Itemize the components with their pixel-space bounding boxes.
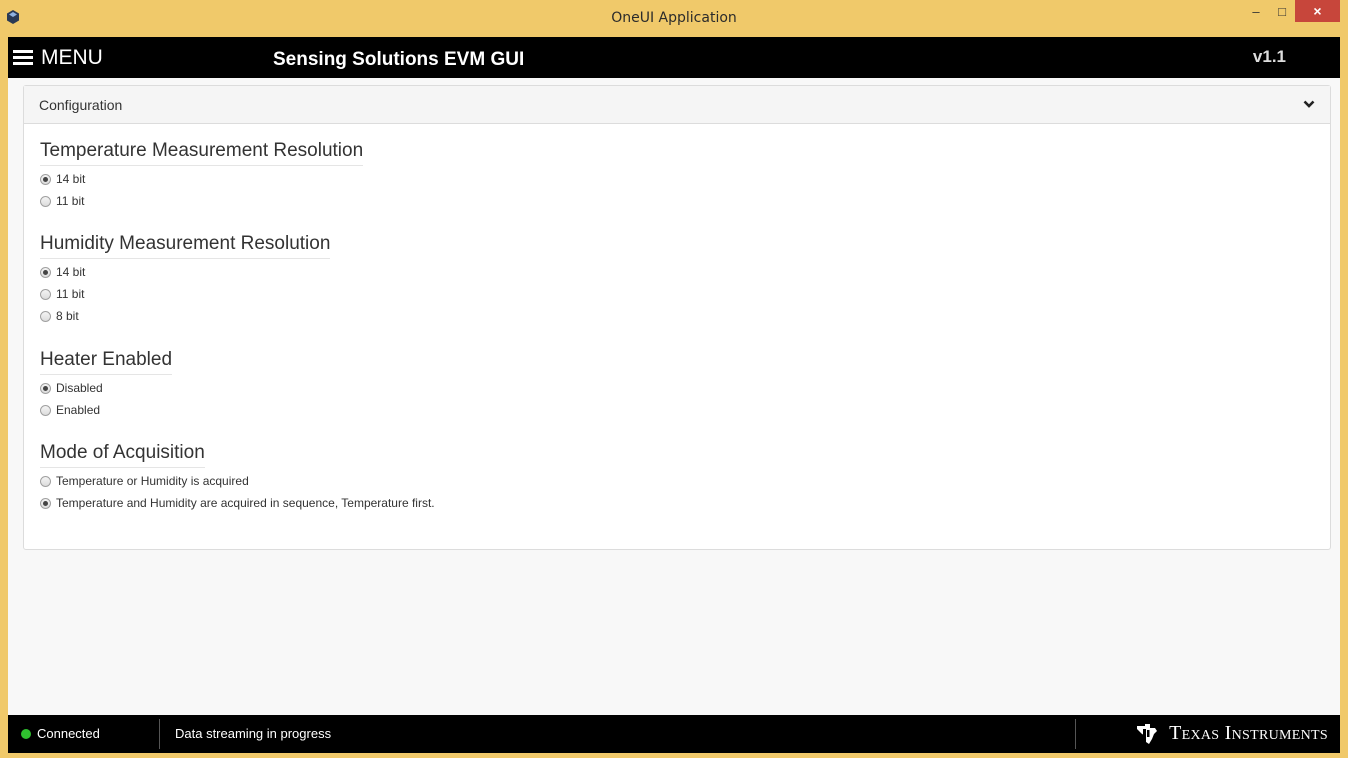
- status-divider: [1075, 719, 1076, 749]
- close-button[interactable]: ×: [1295, 0, 1340, 22]
- window-controls: – □ ×: [1243, 0, 1340, 22]
- app-header: MENU Sensing Solutions EVM GUI v1.1: [8, 37, 1340, 78]
- mode-sequence-option[interactable]: Temperature and Humidity are acquired in…: [40, 492, 435, 514]
- option-label: Disabled: [56, 381, 103, 395]
- group-title: Temperature Measurement Resolution: [40, 140, 364, 166]
- temperature-resolution-group: Temperature Measurement Resolution 14 bi…: [40, 140, 364, 212]
- mode-single-option[interactable]: Temperature or Humidity is acquired: [40, 470, 435, 492]
- connection-status: Connected: [21, 726, 100, 741]
- option-label: Enabled: [56, 403, 101, 417]
- humidity-8bit-option[interactable]: 8 bit: [40, 305, 330, 327]
- heater-disabled-option[interactable]: Disabled: [40, 377, 172, 399]
- radio-button[interactable]: [40, 497, 51, 509]
- status-message: Data streaming in progress: [175, 726, 332, 741]
- app-title: Sensing Solutions EVM GUI: [273, 49, 525, 70]
- humidity-resolution-group: Humidity Measurement Resolution 14 bit 1…: [40, 233, 331, 327]
- main-content: Configuration Temperature Measurement Re…: [8, 78, 1340, 715]
- heater-enabled-group: Heater Enabled Disabled Enabled: [40, 349, 173, 421]
- radio-button[interactable]: [40, 173, 51, 185]
- option-label: 14 bit: [56, 172, 86, 186]
- minimize-button[interactable]: –: [1243, 0, 1269, 22]
- status-divider: [159, 719, 160, 749]
- radio-button[interactable]: [40, 266, 51, 278]
- configuration-panel: Configuration Temperature Measurement Re…: [23, 85, 1331, 550]
- chevron-down-icon[interactable]: [1303, 97, 1315, 111]
- radio-button[interactable]: [40, 475, 51, 487]
- acquisition-mode-group: Mode of Acquisition Temperature or Humid…: [40, 442, 435, 514]
- texas-instruments-logo: Texas Instruments: [1135, 722, 1328, 745]
- group-title: Humidity Measurement Resolution: [40, 233, 331, 259]
- status-bar: Connected Data streaming in progress Tex…: [8, 715, 1340, 753]
- window-title: OneUI Application: [611, 10, 737, 26]
- humidity-11bit-option[interactable]: 11 bit: [40, 283, 330, 305]
- humidity-14bit-option[interactable]: 14 bit: [40, 261, 330, 283]
- connection-label: Connected: [37, 726, 100, 741]
- ti-logo-icon: [1137, 723, 1158, 744]
- panel-title: Configuration: [39, 97, 123, 113]
- radio-button[interactable]: [40, 288, 51, 300]
- window-frame-bottom: [0, 753, 1348, 758]
- menu-button[interactable]: MENU: [13, 45, 103, 71]
- option-label: Temperature and Humidity are acquired in…: [56, 496, 435, 510]
- logo-text: Texas Instruments: [1169, 722, 1328, 744]
- option-label: 8 bit: [56, 309, 79, 323]
- temp-14bit-option[interactable]: 14 bit: [40, 168, 363, 190]
- option-label: 14 bit: [56, 265, 86, 279]
- radio-button[interactable]: [40, 382, 51, 394]
- menu-label: MENU: [41, 46, 103, 69]
- option-label: 11 bit: [56, 287, 85, 301]
- group-title: Mode of Acquisition: [40, 442, 205, 468]
- connection-indicator-icon: [21, 728, 31, 739]
- option-label: Temperature or Humidity is acquired: [56, 474, 249, 488]
- radio-button[interactable]: [40, 310, 51, 322]
- option-label: 11 bit: [56, 194, 85, 208]
- radio-button[interactable]: [40, 404, 51, 416]
- maximize-button[interactable]: □: [1269, 0, 1295, 22]
- radio-button[interactable]: [40, 195, 51, 207]
- heater-enabled-option[interactable]: Enabled: [40, 399, 172, 421]
- group-title: Heater Enabled: [40, 349, 173, 375]
- hamburger-icon: [13, 50, 33, 66]
- temp-11bit-option[interactable]: 11 bit: [40, 190, 363, 212]
- window-titlebar: OneUI Application – □ ×: [0, 0, 1348, 37]
- configuration-panel-header[interactable]: Configuration: [24, 86, 1330, 124]
- version-label: v1.1: [1252, 47, 1286, 66]
